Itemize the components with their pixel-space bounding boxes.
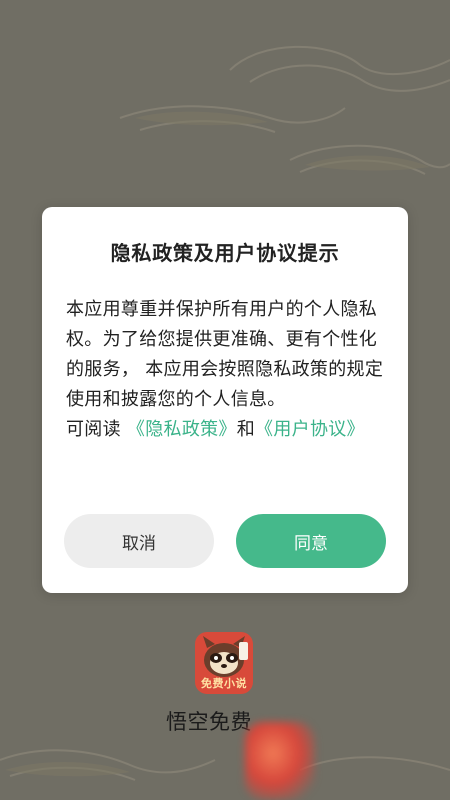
dialog-links-line: 可阅读 《隐私政策》和《用户协议》 (66, 415, 386, 445)
splash-screen: 免费小说 悟空免费 隐私政策及用户协议提示 本应用尊重并保护所有用户的个人隐私权… (0, 0, 450, 800)
cancel-button[interactable]: 取消 (64, 514, 214, 568)
app-name: 悟空免费 (166, 710, 252, 734)
app-logo: 免费小说 (195, 632, 253, 694)
user-agreement-link[interactable]: 《用户协议》 (255, 419, 365, 440)
agree-button[interactable]: 同意 (236, 514, 386, 568)
dialog-title: 隐私政策及用户协议提示 (110, 241, 340, 265)
dialog-body-text: 本应用尊重并保护所有用户的个人隐私权。为了给您提供更准确、更有个性化的服务， 本… (66, 299, 384, 410)
privacy-dialog: 隐私政策及用户协议提示 本应用尊重并保护所有用户的个人隐私权。为了给您提供更准确… (42, 207, 408, 593)
and-text: 和 (236, 419, 256, 440)
app-logo-text: 免费小说 (201, 677, 247, 690)
read-prefix: 可阅读 (66, 419, 127, 440)
dialog-body: 本应用尊重并保护所有用户的个人隐私权。为了给您提供更准确、更有个性化的服务， 本… (66, 295, 386, 445)
privacy-policy-link[interactable]: 《隐私政策》 (127, 419, 237, 440)
blurred-decoration (245, 722, 315, 800)
